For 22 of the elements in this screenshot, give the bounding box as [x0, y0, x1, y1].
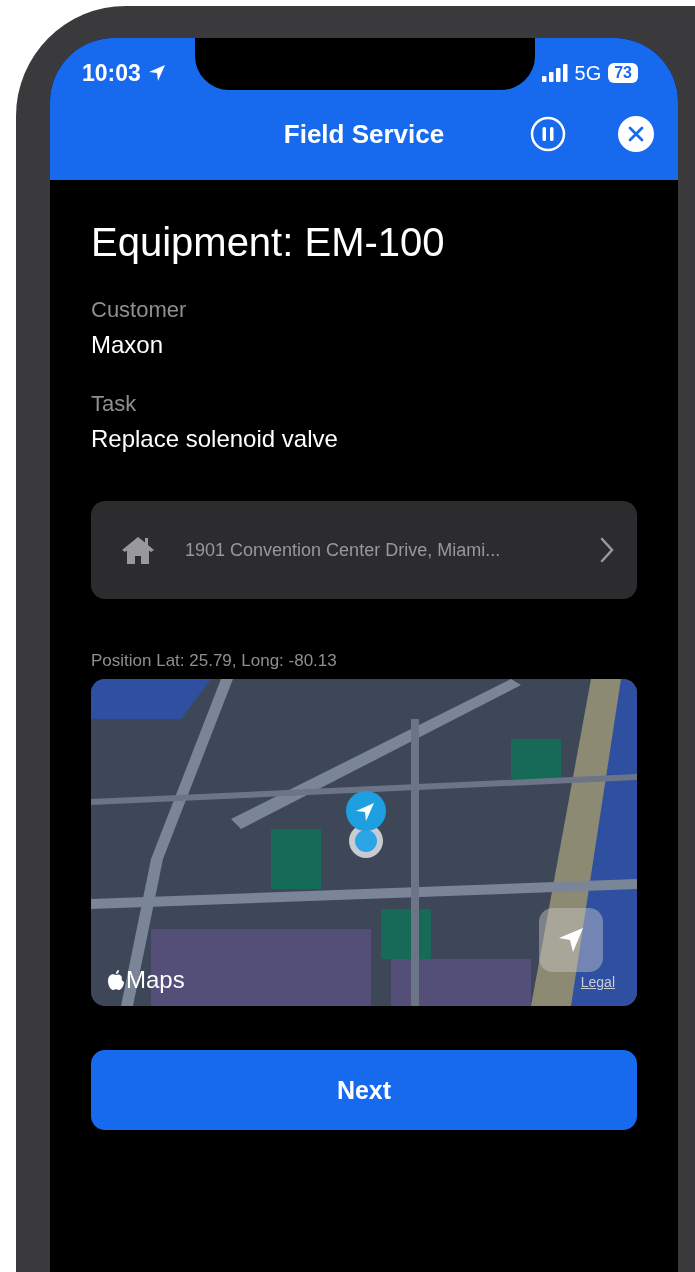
- screen-title: Field Service: [283, 118, 445, 150]
- field-value: Maxon: [91, 331, 165, 359]
- pause-button[interactable]: [530, 116, 566, 152]
- locate-button[interactable]: [539, 908, 603, 972]
- maps-label: Maps: [126, 966, 185, 994]
- field-label: Customer: [91, 297, 188, 323]
- field-value: Replace solenoid valve: [91, 425, 339, 453]
- house-icon: [121, 535, 155, 565]
- battery-level: 73: [608, 63, 638, 83]
- signal-icon: [541, 64, 568, 82]
- address-row[interactable]: 1901 Convention Center Drive, Miami...: [91, 501, 637, 599]
- network-label: 5G: [574, 61, 602, 85]
- close-button[interactable]: [618, 116, 654, 152]
- next-button[interactable]: Next: [91, 1050, 637, 1130]
- legal-link[interactable]: Legal: [580, 974, 615, 990]
- chevron-right-icon: [599, 536, 615, 564]
- equipment-title: Equipment: EM-100: [91, 220, 446, 265]
- field-label: Task: [91, 391, 138, 417]
- position-text: Position Lat: 25.79, Long: -80.13: [91, 651, 338, 671]
- apple-logo-icon: [107, 969, 125, 991]
- status-time: 10:03: [82, 59, 141, 87]
- map-view[interactable]: Maps Legal: [91, 679, 637, 1006]
